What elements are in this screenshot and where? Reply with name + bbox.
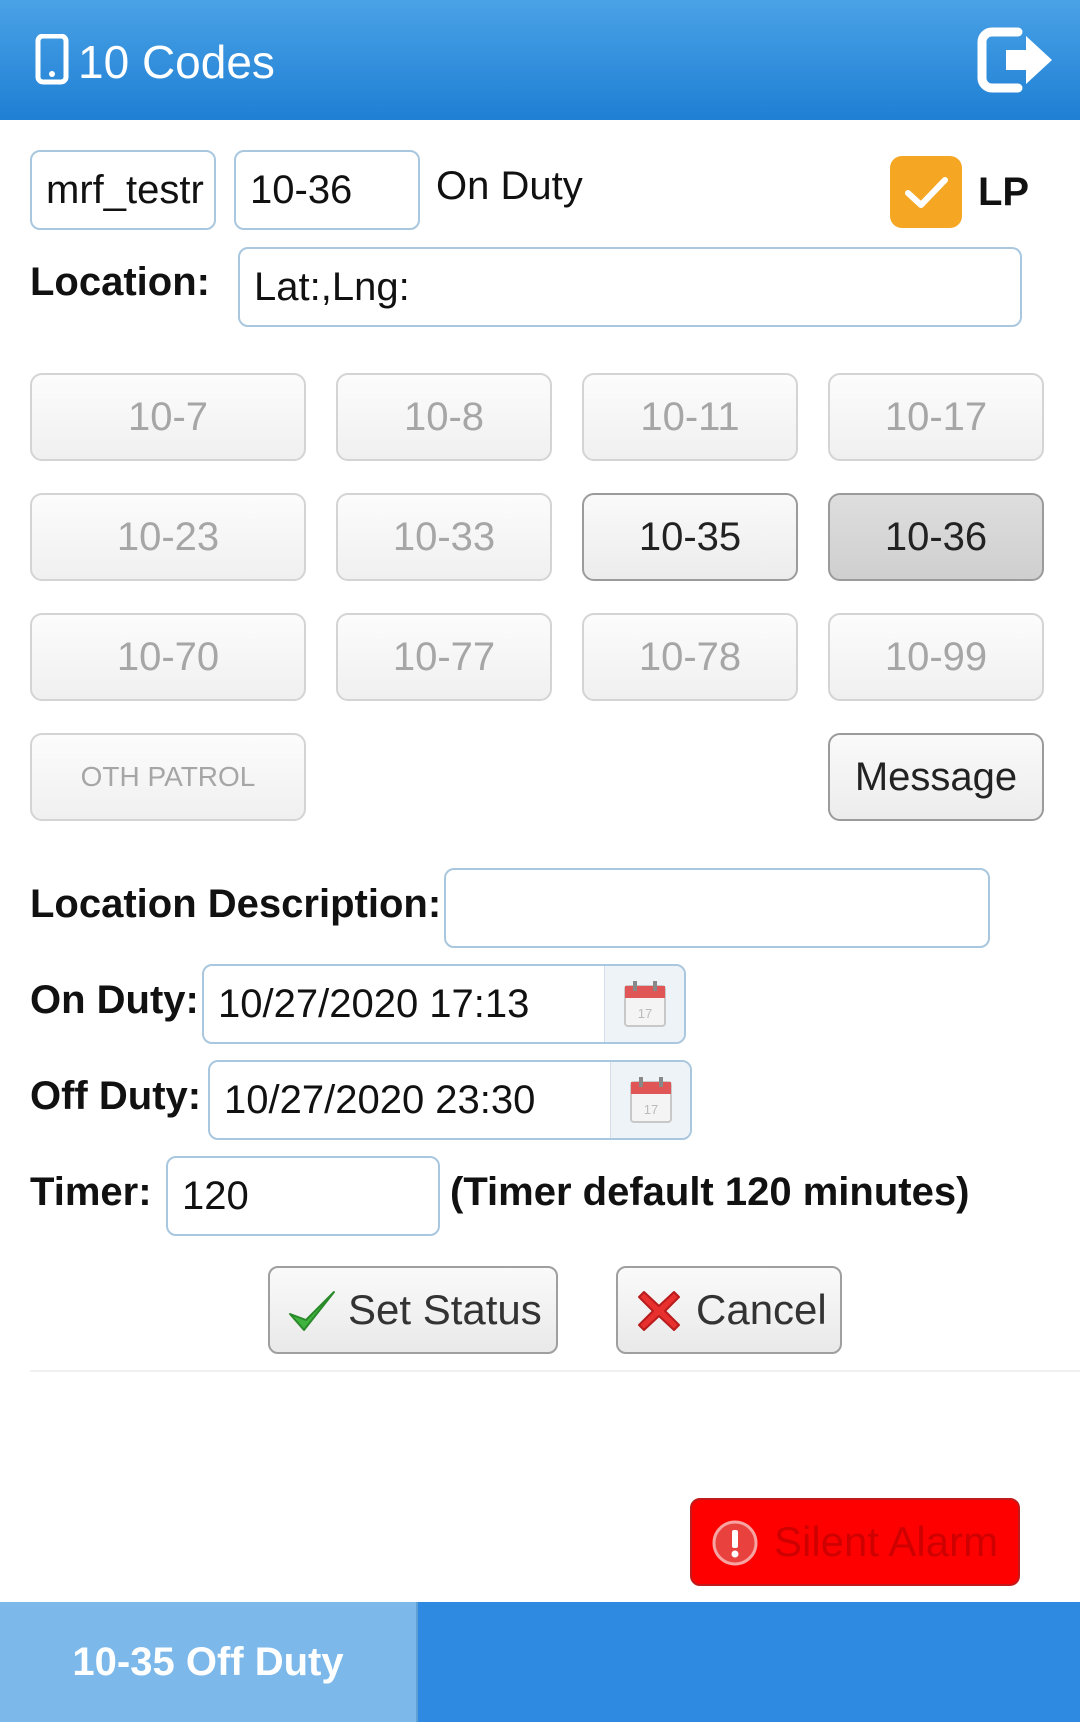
code-button-10-17[interactable]: 10-17 — [828, 373, 1044, 461]
code-button-10-11[interactable]: 10-11 — [582, 373, 798, 461]
close-icon — [638, 1291, 680, 1331]
lp-label: LP — [978, 170, 1030, 214]
code-button-10-70[interactable]: 10-70 — [30, 613, 306, 701]
on-duty-value: 10/27/2020 17:13 — [218, 982, 530, 1026]
location-label: Location: — [30, 260, 210, 304]
location-field[interactable]: Lat:,Lng: — [238, 247, 1022, 327]
code-button-10-8[interactable]: 10-8 — [336, 373, 552, 461]
logout-icon[interactable] — [976, 24, 1056, 96]
on-duty-field[interactable]: 10/27/2020 17:13 17 — [202, 964, 686, 1044]
lp-checkbox[interactable] — [890, 156, 962, 228]
location-description-field[interactable] — [444, 868, 990, 948]
timer-label: Timer: — [30, 1170, 152, 1214]
code-button-10-33[interactable]: 10-33 — [336, 493, 552, 581]
on-duty-label: On Duty: — [30, 978, 199, 1022]
code-field[interactable]: 10-36 — [234, 150, 420, 230]
off-duty-label: Off Duty: — [30, 1074, 202, 1118]
cancel-label: Cancel — [696, 1286, 827, 1333]
timer-note: (Timer default 120 minutes) — [450, 1170, 970, 1214]
svg-text:17: 17 — [638, 1006, 652, 1021]
code-button-10-23[interactable]: 10-23 — [30, 493, 306, 581]
checkmark-icon — [289, 1291, 335, 1331]
footer-tab-off-duty[interactable]: 10-35 Off Duty — [0, 1602, 418, 1722]
section-divider — [30, 1370, 1080, 1372]
off-duty-calendar-button[interactable]: 17 — [610, 1062, 690, 1138]
code-button-10-7[interactable]: 10-7 — [30, 373, 306, 461]
alert-icon — [712, 1520, 758, 1566]
set-status-button[interactable]: Set Status — [268, 1266, 558, 1354]
code-button-10-35[interactable]: 10-35 — [582, 493, 798, 581]
checkmark-icon — [905, 177, 948, 208]
silent-alarm-label: Silent Alarm — [774, 1518, 999, 1565]
code-button-10-36[interactable]: 10-36 — [828, 493, 1044, 581]
footer-bar: 10-35 Off Duty — [0, 1602, 1080, 1722]
off-duty-field[interactable]: 10/27/2020 23:30 17 — [208, 1060, 692, 1140]
silent-alarm-button[interactable]: Silent Alarm — [690, 1498, 1020, 1586]
status-text: On Duty — [436, 164, 583, 208]
unit-field[interactable]: mrf_testr — [30, 150, 216, 230]
code-button-10-78[interactable]: 10-78 — [582, 613, 798, 701]
cancel-button[interactable]: Cancel — [616, 1266, 842, 1354]
on-duty-calendar-button[interactable]: 17 — [604, 966, 684, 1042]
calendar-icon: 17 — [624, 981, 666, 1027]
page-title: 10 Codes — [78, 36, 275, 88]
timer-field[interactable]: 120 — [166, 1156, 440, 1236]
app-header: 10 Codes — [0, 0, 1080, 120]
code-button-10-77[interactable]: 10-77 — [336, 613, 552, 701]
off-duty-value: 10/27/2020 23:30 — [224, 1078, 536, 1122]
code-button-oth-patrol[interactable]: OTH PATROL — [30, 733, 306, 821]
svg-text:17: 17 — [644, 1102, 658, 1117]
calendar-icon: 17 — [630, 1077, 672, 1123]
set-status-label: Set Status — [348, 1286, 542, 1333]
phone-icon — [35, 34, 69, 85]
code-button-10-99[interactable]: 10-99 — [828, 613, 1044, 701]
location-description-label: Location Description: — [30, 882, 442, 926]
message-button[interactable]: Message — [828, 733, 1044, 821]
